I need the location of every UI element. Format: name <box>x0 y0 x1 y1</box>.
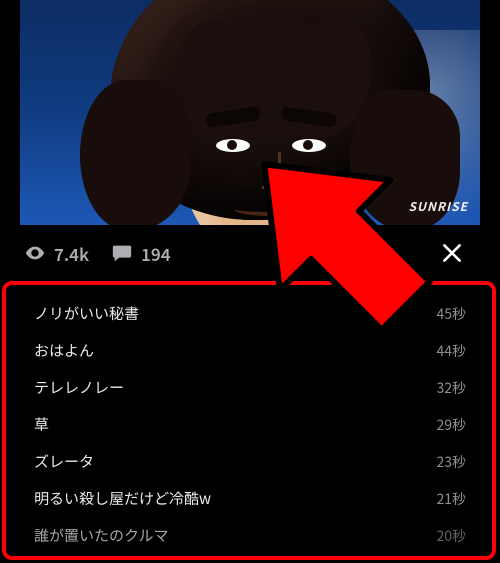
comment-text: ノリがいい秘書 <box>34 303 139 324</box>
comment-text: おはよん <box>34 340 94 361</box>
screen: SUNRISE 7.4k 194 <box>0 0 500 563</box>
comment-text: ズレータ <box>34 451 94 472</box>
list-item[interactable]: テレレノレー 32秒 <box>20 369 480 406</box>
list-item[interactable]: ズレータ 23秒 <box>20 443 480 480</box>
comment-list[interactable]: ノリがいい秘書 45秒 おはよん 44秒 テレレノレー 32秒 草 29秒 ズレ… <box>20 281 480 563</box>
watermark-text: SUNRISE <box>409 198 468 215</box>
comment-text: テレレノレー <box>34 377 124 398</box>
comment-time: 32秒 <box>436 378 466 398</box>
eye-icon <box>24 242 46 264</box>
list-item[interactable]: ノリがいい秘書 45秒 <box>20 295 480 332</box>
comment-time: 20秒 <box>436 526 466 546</box>
comment-time: 23秒 <box>436 452 466 472</box>
comment-text: 明るい殺し屋だけど冷酷w <box>34 488 211 509</box>
comment-count: 194 <box>111 241 171 266</box>
stats-row: 7.4k 194 <box>20 225 480 281</box>
view-count: 7.4k <box>24 241 89 266</box>
list-item[interactable]: 明るい殺し屋だけど冷酷w 21秒 <box>20 480 480 517</box>
view-count-value: 7.4k <box>54 241 89 266</box>
share-button[interactable] <box>364 231 408 275</box>
comment-time: 21秒 <box>436 489 466 509</box>
comment-text: 誰が置いたのクルマ <box>34 525 169 546</box>
close-icon <box>439 240 465 266</box>
comment-time: 29秒 <box>436 415 466 435</box>
video-thumbnail[interactable]: SUNRISE <box>20 0 480 225</box>
share-icon <box>373 240 399 266</box>
list-item[interactable]: おはよん 44秒 <box>20 332 480 369</box>
list-item[interactable]: 誰が置いたのクルマ 20秒 <box>20 517 480 554</box>
list-item[interactable] <box>20 281 480 285</box>
app-frame: SUNRISE 7.4k 194 <box>20 0 480 563</box>
list-item[interactable]: 草 29秒 <box>20 406 480 443</box>
close-button[interactable] <box>430 231 474 275</box>
comment-time: 44秒 <box>436 341 466 361</box>
comment-time: 45秒 <box>436 304 466 324</box>
comment-count-value: 194 <box>141 241 171 266</box>
comment-icon <box>111 242 133 264</box>
comment-text: 草 <box>34 414 49 435</box>
